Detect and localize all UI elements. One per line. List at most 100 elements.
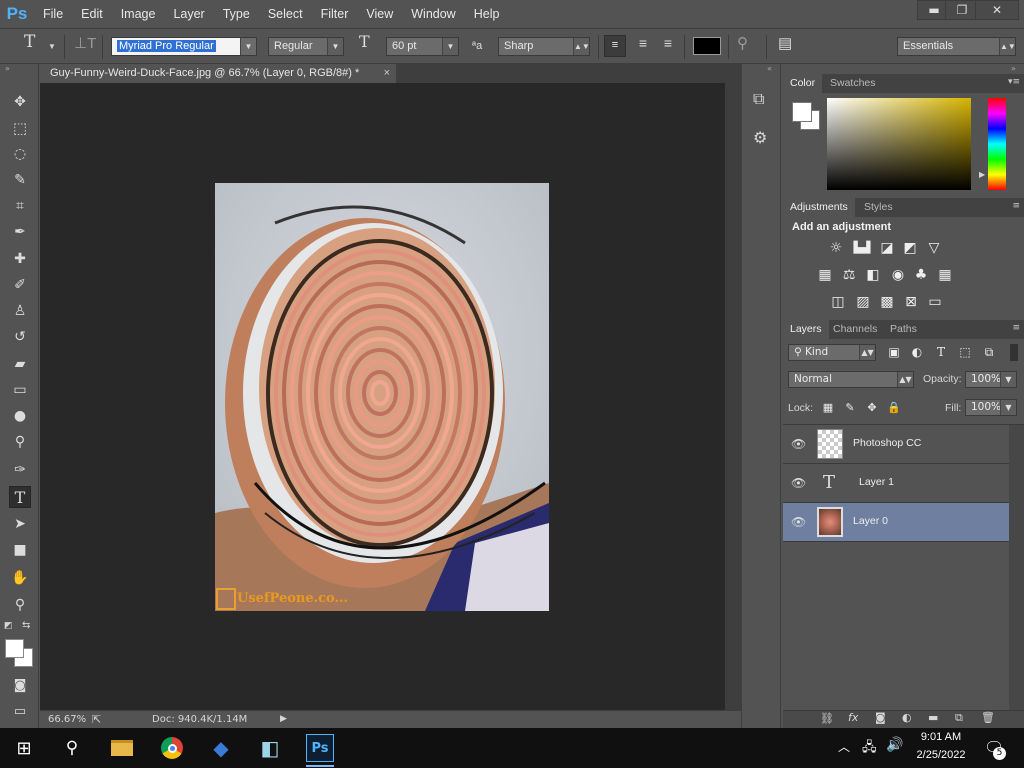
vertical-scrollbar[interactable] [725,83,741,710]
blend-mode-select[interactable]: Normal ▲▼ [788,371,914,388]
opacity-input[interactable]: 100% ▼ [965,371,1017,388]
layer-row-photoshop-cc[interactable]: 👁 Photoshop CC [783,425,1009,464]
restore-button[interactable]: ❐ [945,0,979,20]
properties-panel-icon[interactable]: ⚙ [753,128,767,147]
layer-row-layer-0[interactable]: 👁 Layer 0 [783,503,1009,542]
layer-effects-icon[interactable]: fx [848,711,858,724]
posterize-icon[interactable]: ▨ [854,294,872,310]
levels-icon[interactable]: ▙▟ [853,240,871,256]
show-hidden-icons-icon[interactable]: ︿ [838,738,850,755]
zoom-tool-icon[interactable]: ⚲ [9,594,31,616]
tab-swatches[interactable]: Swatches [823,74,883,93]
app-icon[interactable]: ◧ [258,736,282,760]
workspace-select[interactable]: Essentials ▲▼ [897,37,1016,56]
menu-edit[interactable]: Edit [72,0,112,28]
brightness-icon[interactable]: ☼ [827,240,845,256]
dodge-tool-icon[interactable]: ⚲ [9,431,31,453]
warp-text-icon[interactable]: ⚲ [737,35,748,54]
menu-layer[interactable]: Layer [164,0,213,28]
blur-tool-icon[interactable]: ● [9,405,31,427]
tab-styles[interactable]: Styles [857,198,900,217]
filter-adjustment-icon[interactable]: ◐ [908,344,926,360]
curves-icon[interactable]: ◪ [878,240,896,256]
fill-input[interactable]: 100% ▼ [965,399,1017,416]
chrome-icon[interactable] [160,736,184,760]
photo-filter-icon[interactable]: ◉ [889,267,907,283]
font-family-select[interactable]: Myriad Pro Regular ▼ [111,37,257,56]
document-image[interactable]: UsefPeone.co... [215,183,549,611]
eraser-tool-icon[interactable]: ▰ [9,353,31,375]
black-white-icon[interactable]: ◧ [864,267,882,283]
close-window-button[interactable]: ✕ [975,0,1019,20]
history-brush-tool-icon[interactable]: ↺ [9,326,31,348]
clock-time[interactable]: 9:01 AM [910,731,972,743]
pen-tool-icon[interactable]: ✑ [9,459,31,481]
character-panel-icon[interactable]: ▤ [778,35,792,54]
delete-layer-icon[interactable]: 🗑 [981,711,995,724]
align-left-icon[interactable]: ≡ [604,35,626,57]
layer-row-layer-1[interactable]: 👁 T Layer 1 [783,464,1009,503]
quick-mask-icon[interactable]: ◙ [9,674,31,696]
filter-toggle[interactable] [1010,344,1018,361]
lock-transparent-icon[interactable]: ▦ [819,400,837,416]
menu-window[interactable]: Window [402,0,464,28]
panel-menu-icon[interactable]: ≡ [1012,201,1020,211]
lock-all-icon[interactable]: 🔒 [885,400,903,416]
tab-channels[interactable]: Channels [826,320,884,339]
quick-selection-tool-icon[interactable]: ✎ [9,169,31,191]
lock-position-icon[interactable]: ✥ [863,400,881,416]
default-colors-icon[interactable]: ◩ [4,621,13,631]
network-icon[interactable]: 🖧 [862,738,877,760]
layer-filter-select[interactable]: ⚲ Kind ▲▼ [788,344,876,361]
screen-mode-icon[interactable]: ▭ [9,700,31,722]
invert-icon[interactable]: ◫ [829,294,847,310]
move-tool-icon[interactable]: ✥ [9,91,31,113]
menu-select[interactable]: Select [259,0,312,28]
tab-paths[interactable]: Paths [883,320,924,339]
panel-menu-icon[interactable]: ▾≡ [1008,77,1020,87]
tab-layers[interactable]: Layers [783,320,829,339]
menu-view[interactable]: View [357,0,402,28]
layers-scrollbar[interactable] [1009,425,1024,710]
history-panel-icon[interactable]: ⧉ [753,89,764,109]
collapse-right-panels-icon[interactable]: » [1011,64,1016,73]
tab-adjustments[interactable]: Adjustments [783,198,855,217]
volume-icon[interactable]: 🔊 [886,737,903,753]
filter-type-icon[interactable]: T [932,344,950,360]
menu-type[interactable]: Type [214,0,259,28]
close-document-icon[interactable]: × [384,64,390,82]
exposure-icon[interactable]: ◩ [901,240,919,256]
preset-dropdown-arrow-icon[interactable]: ▼ [48,38,56,57]
layer-name[interactable]: Photoshop CC [853,437,921,449]
foreground-color-swatch[interactable] [5,639,24,658]
text-color-swatch[interactable] [693,37,721,55]
align-right-icon[interactable]: ≡ [657,35,679,54]
add-mask-icon[interactable]: ◙ [875,711,886,724]
hand-tool-icon[interactable]: ✋ [9,567,31,589]
visibility-eye-icon[interactable]: 👁 [791,437,806,451]
hue-slider[interactable] [988,98,1006,190]
toggle-text-orientation-icon[interactable]: ⊥T [74,35,96,54]
color-spectrum-field[interactable] [827,98,971,190]
marquee-tool-icon[interactable]: ⬚ [9,117,31,139]
gradient-triangle-icon[interactable]: ▽ [925,240,943,256]
selective-color-icon[interactable]: ⊠ [902,294,920,310]
align-center-icon[interactable]: ≡ [632,35,654,54]
file-explorer-icon[interactable] [110,736,134,760]
type-tool-preset-icon[interactable]: T [24,34,35,53]
panel-menu-icon[interactable]: ≡ [1012,323,1020,333]
export-icon[interactable]: ⇱ [92,711,101,728]
new-adjustment-layer-icon[interactable]: ◐ [902,711,912,724]
font-style-select[interactable]: Regular ▼ [268,37,344,56]
lasso-tool-icon[interactable]: ◌ [9,143,31,165]
visibility-eye-icon[interactable]: 👁 [791,476,806,490]
zoom-level[interactable]: 66.67% [48,711,86,728]
windows-start-icon[interactable]: ⊞ [12,736,36,760]
collapse-panel-icon[interactable]: » [5,64,10,73]
visibility-eye-icon[interactable]: 👁 [791,515,806,529]
vibrance-icon[interactable]: ▦ [816,267,834,283]
photoshop-taskbar-icon[interactable]: Ps [306,734,334,762]
clone-stamp-tool-icon[interactable]: ♙ [9,300,31,322]
virtualbox-icon[interactable]: ◆ [209,736,233,760]
menu-filter[interactable]: Filter [312,0,358,28]
